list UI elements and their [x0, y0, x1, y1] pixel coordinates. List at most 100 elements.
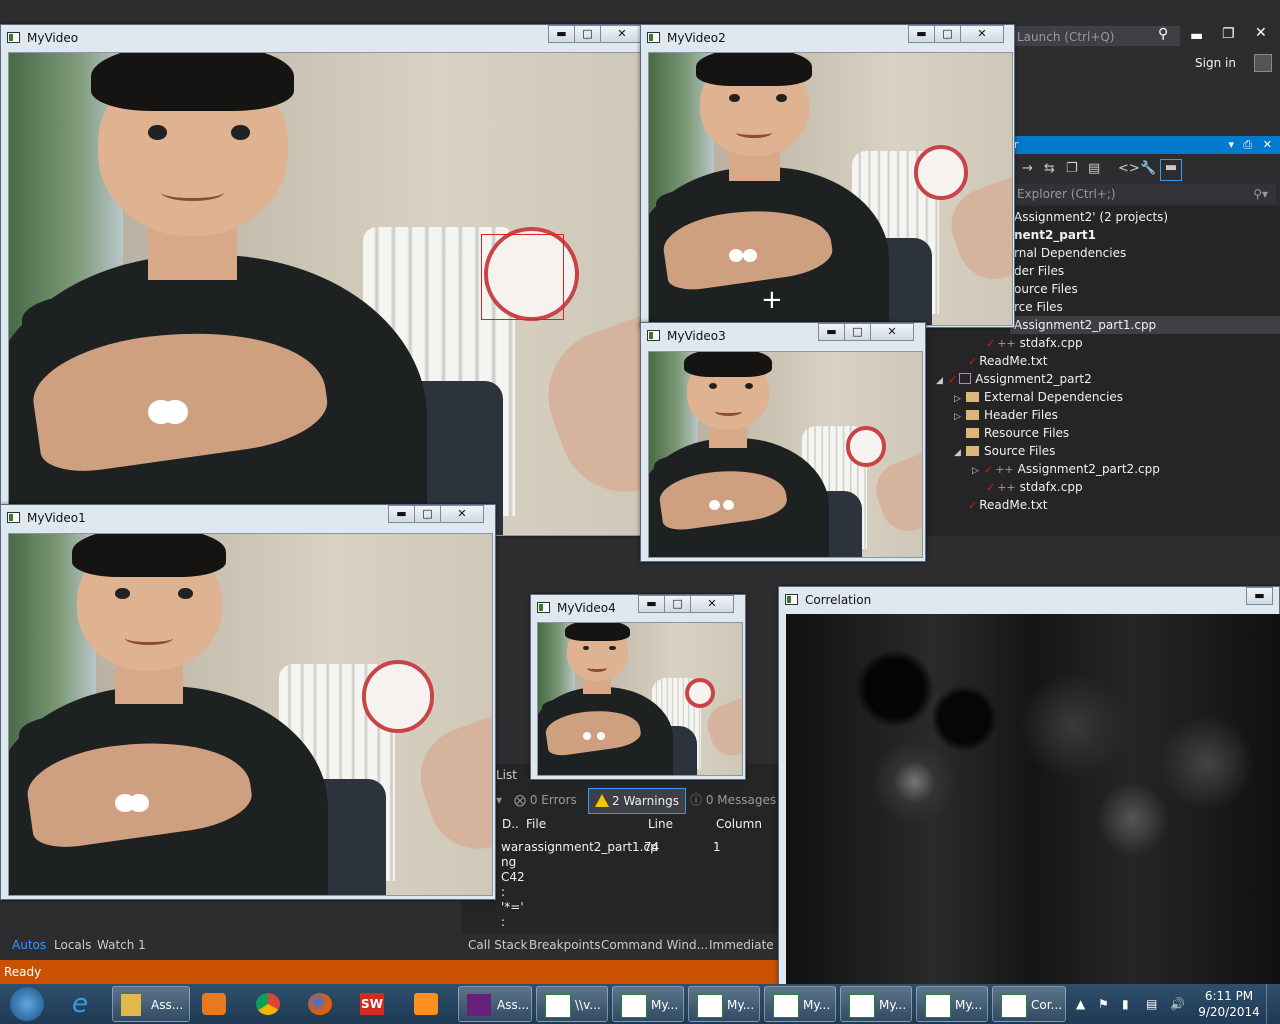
taskbar-firefox[interactable]: [300, 986, 348, 1022]
tab-autos[interactable]: Autos: [12, 936, 46, 954]
tab-breakpoints[interactable]: Breakpoints: [529, 936, 600, 954]
column-header[interactable]: Column: [716, 814, 762, 834]
clock[interactable]: 6:11 PM 9/20/2014: [1196, 984, 1262, 1024]
tree-item[interactable]: rce Files: [1014, 298, 1063, 316]
close-button[interactable]: ✕: [440, 505, 484, 523]
action-center-icon[interactable]: ⚑: [1098, 984, 1109, 1024]
preview-icon[interactable]: ▬: [1160, 159, 1182, 181]
pin-icon[interactable]: ⎙: [1243, 136, 1252, 154]
collapse-icon[interactable]: ❐: [1066, 161, 1078, 176]
show-desktop-button[interactable]: [1266, 984, 1280, 1024]
taskbar-window[interactable]: Cor...: [992, 986, 1066, 1022]
maximize-button[interactable]: □: [664, 595, 691, 613]
window-myvideo4[interactable]: MyVideo4 ▬ □ ✕: [530, 594, 746, 780]
tree-item[interactable]: ✓ ReadMe.txt: [968, 496, 1047, 514]
tree-item[interactable]: ✓ ++ stdafx.cpp: [986, 478, 1083, 496]
close-button[interactable]: ✕: [960, 25, 1004, 43]
tree-item[interactable]: ▷ External Dependencies: [954, 388, 1123, 406]
warning-file[interactable]: assignment2_part1.cp: [524, 840, 658, 855]
minimize-button[interactable]: ▬: [638, 595, 665, 613]
taskbar-window[interactable]: My...: [764, 986, 836, 1022]
close-button[interactable]: ✕: [870, 323, 914, 341]
window-title[interactable]: MyVideo: [1, 25, 641, 51]
taskbar-window[interactable]: \\v...: [536, 986, 608, 1022]
search-icon[interactable]: ⚲▾: [1253, 184, 1268, 204]
warning-description[interactable]: war ng C42 : '*=' :: [501, 840, 525, 930]
expanded-arrow-icon[interactable]: ◢: [936, 372, 948, 390]
restore-icon[interactable]: ❐: [1222, 26, 1235, 42]
taskbar-media[interactable]: [194, 986, 242, 1022]
properties-icon[interactable]: 🔧: [1140, 161, 1156, 176]
tab-command-window[interactable]: Command Wind...: [601, 936, 708, 954]
collapsed-arrow-icon[interactable]: ▷: [972, 462, 984, 480]
tree-item[interactable]: ◢ ✓ Assignment2_part2: [936, 370, 1092, 388]
tree-item[interactable]: ◢ Source Files: [954, 442, 1055, 460]
maximize-button[interactable]: □: [414, 505, 441, 523]
forward-icon[interactable]: →: [1022, 161, 1033, 176]
sign-in-link[interactable]: Sign in: [1195, 56, 1236, 70]
collapsed-arrow-icon[interactable]: ▷: [954, 408, 966, 426]
close-icon[interactable]: ✕: [1255, 25, 1267, 41]
search-icon[interactable]: ⚲: [1158, 26, 1168, 42]
tree-item[interactable]: ource Files: [1014, 280, 1078, 298]
warnings-filter-button[interactable]: 2 Warnings: [588, 788, 687, 814]
code-icon[interactable]: <>: [1118, 161, 1140, 176]
taskbar-window[interactable]: My...: [916, 986, 988, 1022]
tree-item[interactable]: ✓ ++ stdafx.cpp: [986, 334, 1083, 352]
window-myvideo2[interactable]: MyVideo2 ▬ □ ✕ +: [640, 24, 1015, 328]
window-correlation[interactable]: Correlation ▬: [778, 586, 1280, 987]
maximize-button[interactable]: □: [574, 25, 601, 43]
tray-expand-icon[interactable]: ▲: [1076, 984, 1085, 1024]
window-title[interactable]: Correlation: [779, 587, 1279, 613]
minimize-icon[interactable]: ▬: [1190, 28, 1203, 44]
close-button[interactable]: ✕: [600, 25, 644, 43]
messages-filter-button[interactable]: ⓘ 0 Messages: [690, 788, 776, 812]
column-header[interactable]: Line: [648, 814, 673, 834]
minimize-button[interactable]: ▬: [548, 25, 575, 43]
dropdown-icon[interactable]: ▾: [1228, 136, 1234, 154]
files-icon[interactable]: ▤: [1088, 161, 1100, 176]
tree-item[interactable]: nent2_part1: [1014, 226, 1096, 244]
taskbar-sublime[interactable]: [406, 986, 454, 1022]
tab-call-stack[interactable]: Call Stack: [468, 936, 527, 954]
taskbar-solidworks[interactable]: SW: [352, 986, 400, 1022]
window-myvideo[interactable]: MyVideo ▬ □ ✕: [0, 24, 644, 536]
minimize-button[interactable]: ▬: [908, 25, 935, 43]
tree-item[interactable]: ✓ ReadMe.txt: [968, 352, 1047, 370]
window-myvideo1[interactable]: MyVideo1 ▬ □ ✕: [0, 504, 496, 900]
tree-item-selected[interactable]: Assignment2_part1.cpp: [1010, 316, 1280, 334]
taskbar-explorer[interactable]: Ass...: [112, 986, 190, 1022]
taskbar-chrome[interactable]: [248, 986, 296, 1022]
power-icon[interactable]: ▮: [1122, 984, 1129, 1024]
minimize-button[interactable]: ▬: [1246, 587, 1273, 605]
tab-watch1[interactable]: Watch 1: [97, 936, 146, 954]
expanded-arrow-icon[interactable]: ◢: [954, 444, 966, 462]
tree-item[interactable]: der Files: [1014, 262, 1064, 280]
close-button[interactable]: ✕: [690, 595, 734, 613]
network-icon[interactable]: ▤: [1146, 984, 1157, 1024]
taskbar-window[interactable]: My...: [840, 986, 912, 1022]
tab-locals[interactable]: Locals: [54, 936, 91, 954]
quick-launch-input[interactable]: Launch (Ctrl+Q): [1012, 26, 1180, 46]
maximize-button[interactable]: □: [934, 25, 961, 43]
start-button[interactable]: [4, 986, 52, 1022]
tree-item[interactable]: Assignment2' (2 projects): [1014, 208, 1168, 226]
warning-column[interactable]: 1: [713, 840, 721, 855]
errors-filter-button[interactable]: ⨂ 0 Errors: [514, 788, 577, 812]
taskbar-visual-studio[interactable]: Ass...: [458, 986, 532, 1022]
column-header[interactable]: File: [526, 814, 546, 834]
warning-line[interactable]: 74: [644, 840, 659, 855]
column-header[interactable]: D..: [502, 814, 519, 834]
close-icon[interactable]: ✕: [1263, 136, 1272, 154]
maximize-button[interactable]: □: [844, 323, 871, 341]
taskbar-window[interactable]: My...: [688, 986, 760, 1022]
tree-item[interactable]: rnal Dependencies: [1014, 244, 1126, 262]
filter-dropdown-icon[interactable]: ▾: [496, 788, 502, 812]
window-myvideo3[interactable]: MyVideo3 ▬ □ ✕: [640, 322, 926, 562]
minimize-button[interactable]: ▬: [388, 505, 415, 523]
tree-item[interactable]: Resource Files: [966, 424, 1069, 442]
tree-item[interactable]: ▷ ✓ ++ Assignment2_part2.cpp: [972, 460, 1160, 478]
volume-icon[interactable]: 🔊: [1170, 984, 1185, 1024]
taskbar-ie[interactable]: e: [60, 986, 108, 1022]
minimize-button[interactable]: ▬: [818, 323, 845, 341]
